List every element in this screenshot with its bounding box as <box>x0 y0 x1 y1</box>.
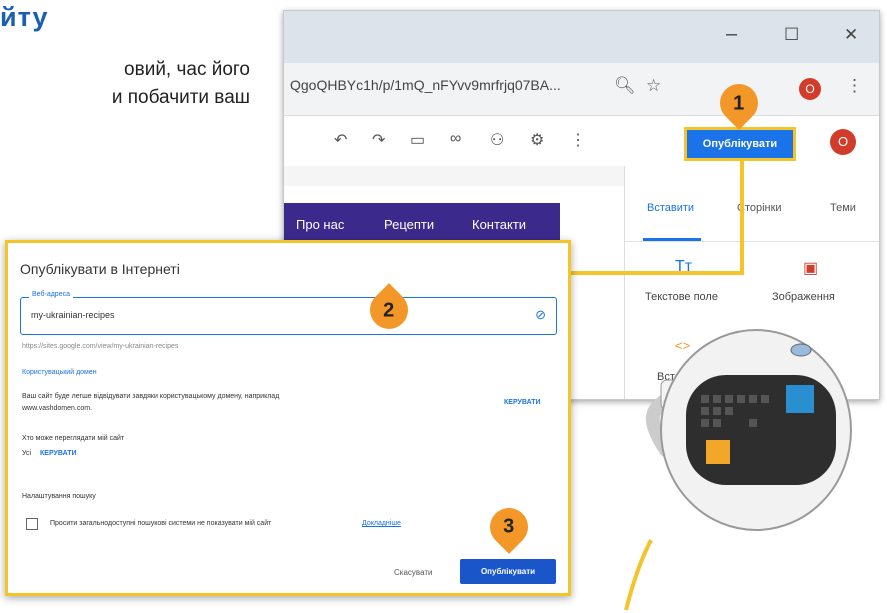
more-icon[interactable]: ⋮ <box>570 130 586 150</box>
custom-domain-example: www.vashdomen.com. <box>22 405 93 412</box>
manage-viewers-link[interactable]: КЕРУВАТИ <box>40 450 77 457</box>
nav-item-recipes[interactable]: Рецепти <box>384 217 434 232</box>
nav-item-about[interactable]: Про нас <box>296 217 344 232</box>
field-label: Веб-адреса <box>29 291 73 298</box>
link-icon[interactable]: ∞ <box>450 130 461 148</box>
intro-text: овий, час його и побачити ваш <box>0 56 250 112</box>
preview-icon[interactable]: ▭ <box>410 130 425 150</box>
publish-button[interactable]: Опублікувати <box>684 127 796 161</box>
minimize-button[interactable]: – <box>726 23 737 46</box>
robot-illustration <box>624 329 852 611</box>
manage-domain-link[interactable]: КЕРУВАТИ <box>504 399 541 406</box>
connector-line <box>565 271 744 275</box>
custom-domain-title: Користувацький домен <box>22 369 97 376</box>
check-circle-icon: ⊘ <box>535 307 546 322</box>
title-bar: – ☐ ✕ <box>284 11 879 63</box>
profile-avatar[interactable]: O <box>799 78 821 100</box>
connector-line <box>740 160 744 275</box>
search-settings-title: Налаштування пошуку <box>22 493 96 500</box>
redo-icon[interactable]: ↷ <box>372 130 385 150</box>
who-can-view-value: Усі <box>22 450 32 457</box>
undo-icon[interactable]: ↶ <box>334 130 347 150</box>
share-icon[interactable]: ⚇ <box>490 130 504 150</box>
editor-toolbar: ↶ ↷ ▭ ∞ ⚇ ⚙ ⋮ Опублікувати O <box>284 116 879 167</box>
tab-divider <box>625 241 879 242</box>
web-address-input[interactable]: my-ukrainian-recipes <box>31 310 115 320</box>
tab-themes[interactable]: Теми <box>830 202 856 214</box>
url-hint: https://sites.google.com/view/my-ukraini… <box>22 343 179 350</box>
who-can-view-title: Хто може переглядати мій сайт <box>22 435 125 442</box>
address-bar: QgoQHBYc1h/p/1mQ_nFYvv9mrfrjq07BA... 🔍︎ … <box>284 63 879 116</box>
zoom-icon[interactable]: 🔍︎ <box>614 76 636 96</box>
custom-domain-text: Ваш сайт буде легше відвідувати завдяки … <box>22 393 280 400</box>
maximize-button[interactable]: ☐ <box>784 25 799 45</box>
page-heading: йту <box>0 2 49 32</box>
publish-dialog: Опублікувати в Інтернеті Веб-адреса my-u… <box>5 240 571 596</box>
intro-line: и побачити ваш <box>111 87 250 108</box>
search-checkbox-label: Просити загальнодоступні пошукові систем… <box>50 520 272 527</box>
intro-line: овий, час його <box>124 59 250 80</box>
canvas-ruler <box>284 166 624 186</box>
learn-more-link[interactable]: Докладніше <box>362 520 401 527</box>
image-icon: ▣ <box>803 260 819 277</box>
hide-from-search-checkbox[interactable] <box>26 518 38 530</box>
dialog-title: Опублікувати в Інтернеті <box>20 261 180 277</box>
url-field[interactable]: QgoQHBYc1h/p/1mQ_nFYvv9mrfrjq07BA... <box>290 77 561 93</box>
nav-item-contacts[interactable]: Контакти <box>472 217 526 232</box>
close-button[interactable]: ✕ <box>844 25 858 45</box>
editor-avatar[interactable]: O <box>830 129 856 155</box>
cancel-button[interactable]: Скасувати <box>394 568 432 577</box>
bookmark-star-icon[interactable]: ☆ <box>646 76 661 96</box>
menu-dots-icon[interactable]: ⋮ <box>846 76 863 96</box>
tab-insert[interactable]: Вставити <box>647 202 694 214</box>
confirm-publish-button[interactable]: Опублікувати <box>460 559 556 584</box>
settings-icon[interactable]: ⚙ <box>530 130 544 150</box>
web-address-field[interactable]: Веб-адреса my-ukrainian-recipes ⊘ <box>20 291 557 335</box>
